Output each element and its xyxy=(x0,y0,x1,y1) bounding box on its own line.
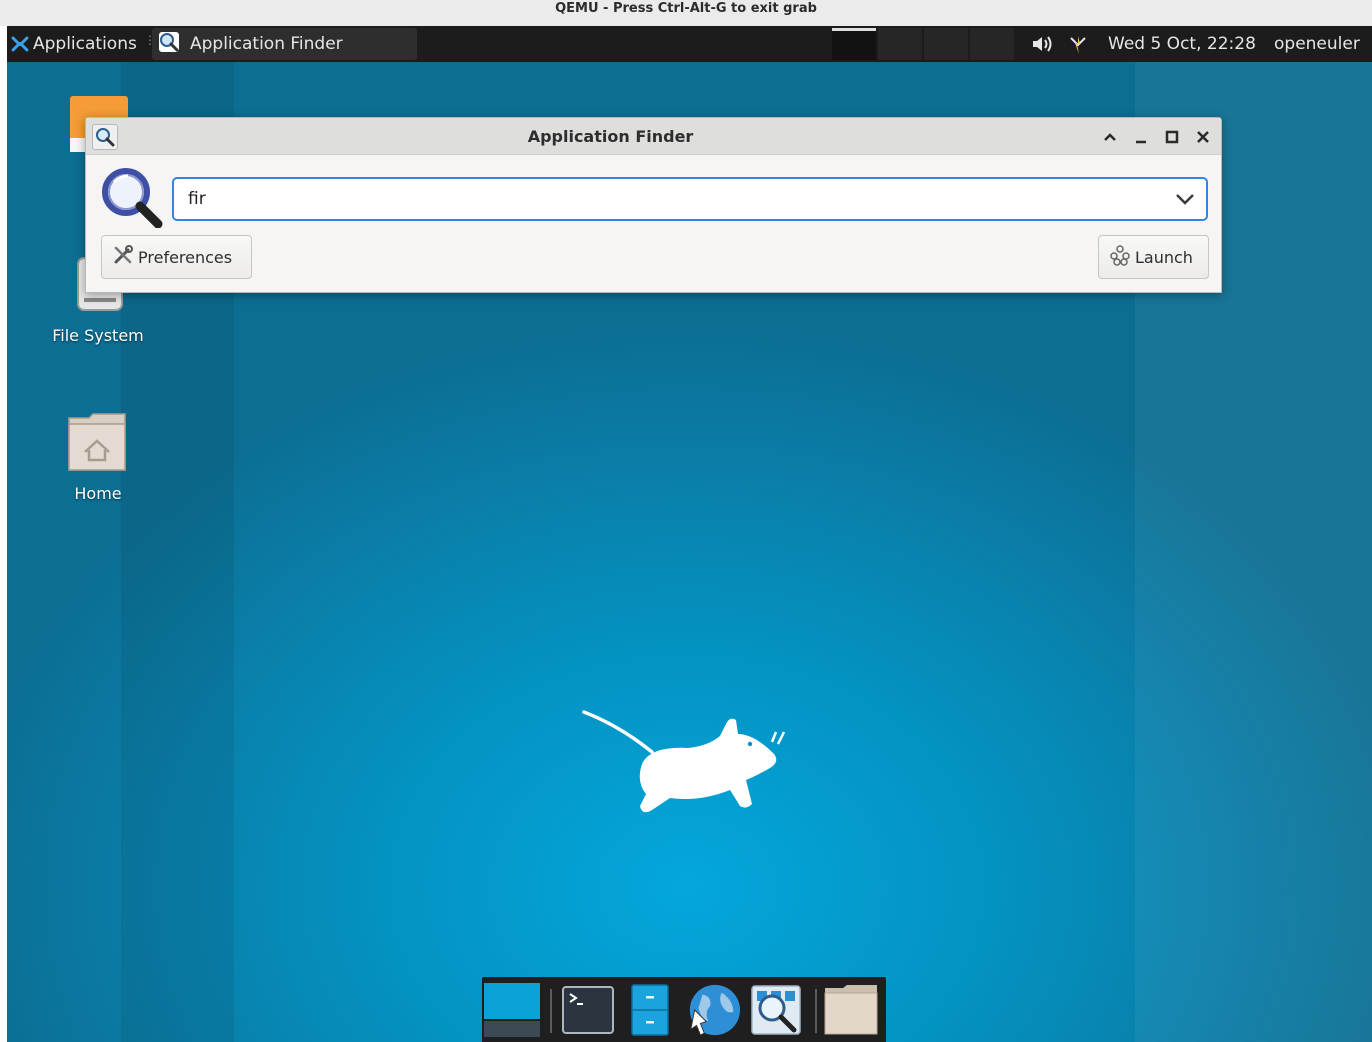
tools-icon xyxy=(112,244,134,270)
panel-separator: ⋮ xyxy=(144,33,156,47)
qemu-title-bar: QEMU - Press Ctrl-Alt-G to exit grab xyxy=(0,0,1372,26)
dock-home-folder[interactable] xyxy=(823,983,879,1037)
file-cabinet-icon xyxy=(631,984,669,1036)
search-input[interactable] xyxy=(188,187,1148,211)
dock-file-manager[interactable] xyxy=(622,983,678,1037)
qemu-title-text: QEMU - Press Ctrl-Alt-G to exit grab xyxy=(555,1,817,16)
xfce-mouse-logo-icon xyxy=(582,710,786,813)
dock-separator xyxy=(550,989,552,1033)
desktop-icon-home[interactable]: Home xyxy=(38,412,158,503)
window-close-button[interactable] xyxy=(1192,126,1214,148)
applications-label: Applications xyxy=(33,34,137,54)
top-panel: Applications ⋮ Application Finder Wed 5 … xyxy=(7,26,1372,62)
taskbar-item-application-finder[interactable]: Application Finder xyxy=(152,28,417,60)
guest-desktop: Applications ⋮ Application Finder Wed 5 … xyxy=(7,26,1372,1042)
window-minimize-button[interactable] xyxy=(1130,126,1152,148)
window-title: Application Finder xyxy=(527,127,694,146)
search-magnifier-icon xyxy=(100,166,164,229)
folder-icon xyxy=(824,985,878,1035)
workspace-4[interactable] xyxy=(970,28,1014,60)
desktop-icon-label: Home xyxy=(74,484,122,503)
close-icon xyxy=(1197,131,1209,143)
chevron-down-icon[interactable] xyxy=(1174,189,1196,209)
dock-app-finder[interactable] xyxy=(748,983,804,1037)
launch-label: Launch xyxy=(1135,247,1193,267)
network-icon[interactable] xyxy=(1067,32,1089,56)
preferences-button[interactable]: Preferences xyxy=(101,235,252,279)
dock-panel xyxy=(482,977,886,1042)
window-titlebar[interactable]: Application Finder xyxy=(86,118,1221,155)
panel-clock[interactable]: Wed 5 Oct, 22:28 xyxy=(1108,26,1256,62)
desktop-icon-label: File System xyxy=(52,326,144,345)
application-finder-window: Application Finder fir Preferences Launc… xyxy=(85,117,1222,293)
preferences-label: Preferences xyxy=(138,247,233,267)
panel-user-name[interactable]: openeuler xyxy=(1274,26,1360,62)
show-desktop-icon xyxy=(484,983,540,1037)
dock-terminal[interactable] xyxy=(560,983,616,1037)
workspace-1[interactable] xyxy=(832,28,876,60)
minimize-icon xyxy=(1136,140,1146,144)
dock-separator xyxy=(815,989,817,1033)
launch-button[interactable]: Launch xyxy=(1098,235,1209,279)
search-field[interactable] xyxy=(172,177,1208,221)
dock-web-browser[interactable] xyxy=(685,983,741,1037)
home-folder-icon xyxy=(68,413,126,471)
applications-menu-button[interactable]: Applications xyxy=(11,26,137,62)
dock-show-desktop[interactable] xyxy=(484,983,540,1037)
launch-icon xyxy=(1109,244,1131,270)
workspace-2[interactable] xyxy=(878,28,922,60)
maximize-icon xyxy=(1165,130,1179,144)
xfce-logo-icon xyxy=(11,35,29,53)
application-finder-icon xyxy=(158,31,180,58)
globe-icon xyxy=(689,984,741,1036)
workspace-3[interactable] xyxy=(924,28,968,60)
terminal-icon xyxy=(562,986,614,1034)
volume-icon[interactable] xyxy=(1031,34,1053,54)
chevron-up-icon xyxy=(1104,133,1116,141)
window-shade-button[interactable] xyxy=(1099,126,1121,148)
window-maximize-button[interactable] xyxy=(1161,126,1183,148)
app-finder-icon xyxy=(751,985,801,1035)
taskbar-item-label: Application Finder xyxy=(190,34,343,54)
